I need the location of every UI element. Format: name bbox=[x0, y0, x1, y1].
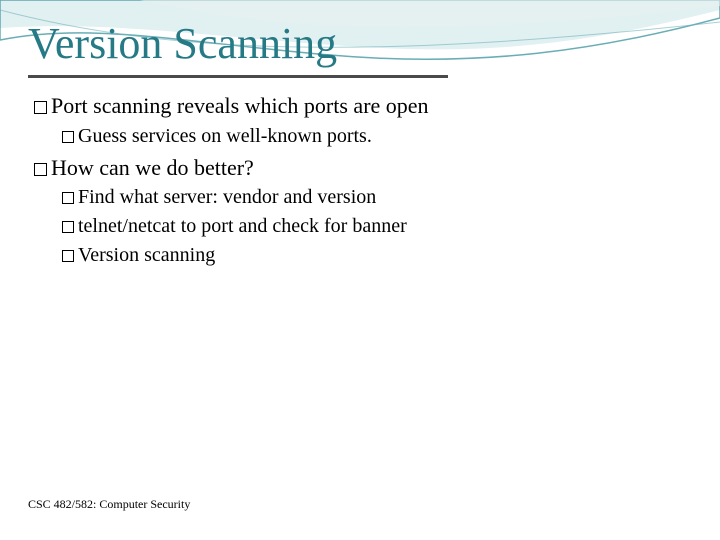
bullet-text: Port scanning reveals which ports are op… bbox=[51, 93, 429, 118]
bullet-text: telnet/netcat to port and check for bann… bbox=[78, 215, 407, 237]
slide-title: Version Scanning bbox=[28, 18, 692, 69]
slide-content: Port scanning reveals which ports are op… bbox=[28, 92, 692, 269]
title-underline bbox=[28, 75, 448, 78]
bullet-level1: How can we do better? bbox=[34, 154, 692, 183]
square-bullet-icon bbox=[62, 250, 74, 262]
bullet-level2: Guess services on well-known ports. bbox=[62, 123, 692, 150]
square-bullet-icon bbox=[34, 101, 47, 114]
bullet-level2: Find what server: vendor and version bbox=[62, 184, 692, 211]
bullet-level1: Port scanning reveals which ports are op… bbox=[34, 92, 692, 121]
slide-footer: CSC 482/582: Computer Security bbox=[28, 497, 190, 512]
square-bullet-icon bbox=[34, 163, 47, 176]
bullet-text: How can we do better? bbox=[51, 155, 254, 180]
bullet-text: Version scanning bbox=[78, 244, 215, 266]
bullet-text: Find what server: vendor and version bbox=[78, 186, 376, 208]
square-bullet-icon bbox=[62, 192, 74, 204]
slide: Version Scanning Port scanning reveals w… bbox=[0, 0, 720, 540]
square-bullet-icon bbox=[62, 131, 74, 143]
bullet-level2: Version scanning bbox=[62, 242, 692, 269]
bullet-text: Guess services on well-known ports. bbox=[78, 125, 372, 147]
bullet-level2: telnet/netcat to port and check for bann… bbox=[62, 213, 692, 240]
square-bullet-icon bbox=[62, 221, 74, 233]
